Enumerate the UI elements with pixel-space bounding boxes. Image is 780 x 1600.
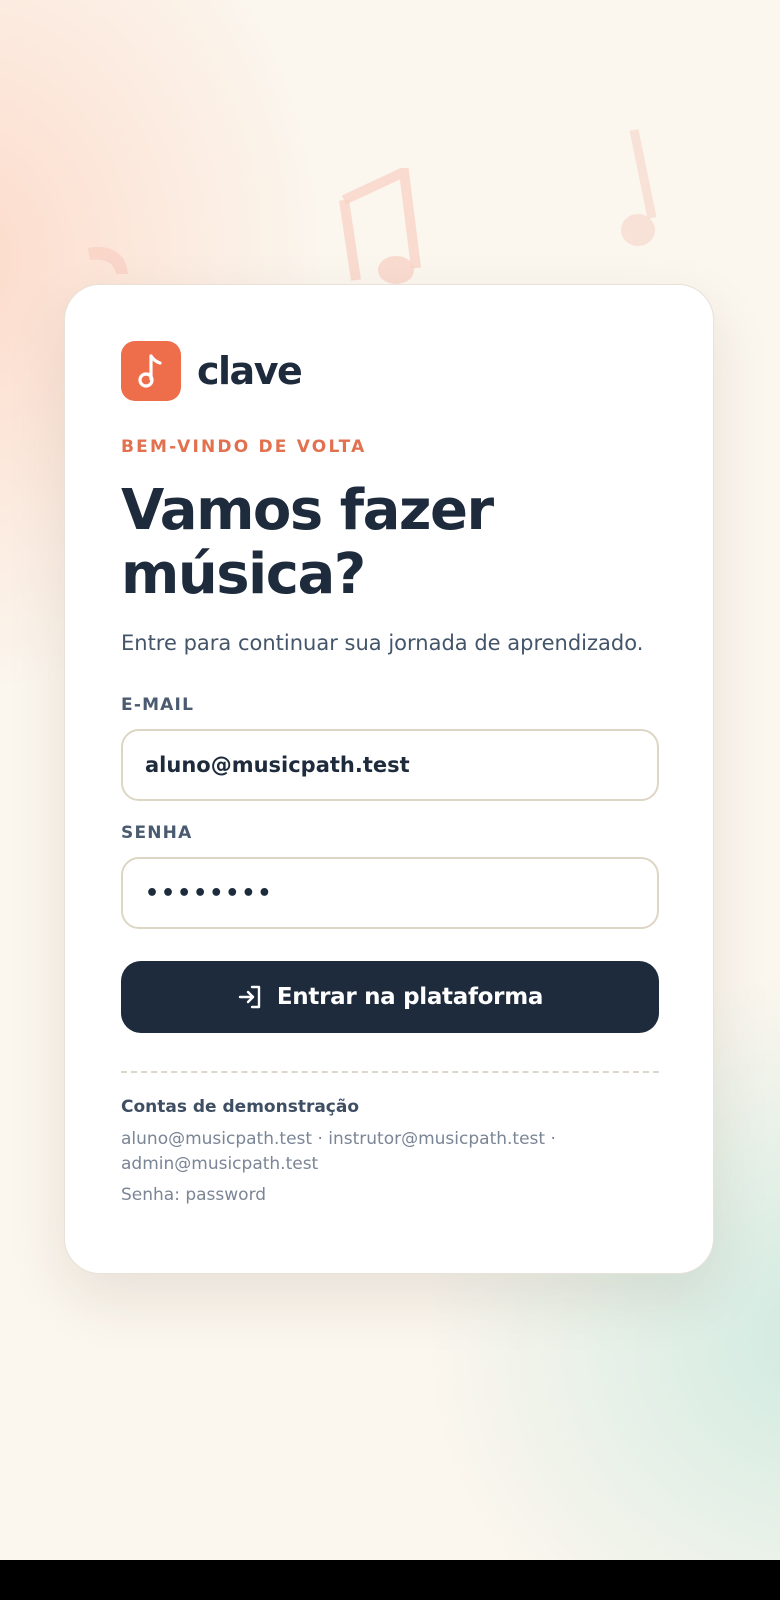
page-title-line-1: Vamos fazer (121, 478, 494, 543)
login-card: clave BEM-VINDO DE VOLTA Vamos fazer mús… (64, 284, 714, 1274)
bottom-bar (0, 1560, 780, 1600)
password-value: •••••••• (145, 880, 274, 906)
brand-name: clave (197, 349, 303, 393)
demo-accounts-line-1: aluno@musicpath.test · instrutor@musicpa… (121, 1129, 556, 1149)
music-note-icon (121, 341, 181, 401)
demo-accounts-list: aluno@musicpath.test · instrutor@musicpa… (121, 1127, 657, 1177)
login-button[interactable]: Entrar na plataforma (121, 961, 659, 1033)
divider (121, 1071, 659, 1073)
brand: clave (121, 341, 657, 401)
email-label: E-MAIL (121, 695, 195, 715)
email-field[interactable]: aluno@musicpath.test (121, 729, 659, 801)
music-note-icon (621, 129, 657, 246)
welcome-eyebrow: BEM-VINDO DE VOLTA (121, 437, 367, 457)
password-label: SENHA (121, 823, 193, 843)
password-field[interactable]: •••••••• (121, 857, 659, 929)
page-title-line-2: música? (121, 542, 366, 607)
login-button-label: Entrar na plataforma (276, 984, 544, 1010)
email-value: aluno@musicpath.test (145, 753, 410, 777)
page-subtitle: Entre para continuar sua jornada de apre… (121, 631, 644, 655)
demo-password-hint: Senha: password (121, 1185, 267, 1205)
page-title: Vamos fazer música? (121, 479, 657, 607)
login-arrow-icon (238, 985, 261, 1009)
demo-accounts-title: Contas de demonstração (121, 1097, 360, 1117)
demo-accounts-line-2: admin@musicpath.test (121, 1154, 319, 1174)
double-music-note-icon (339, 168, 421, 284)
